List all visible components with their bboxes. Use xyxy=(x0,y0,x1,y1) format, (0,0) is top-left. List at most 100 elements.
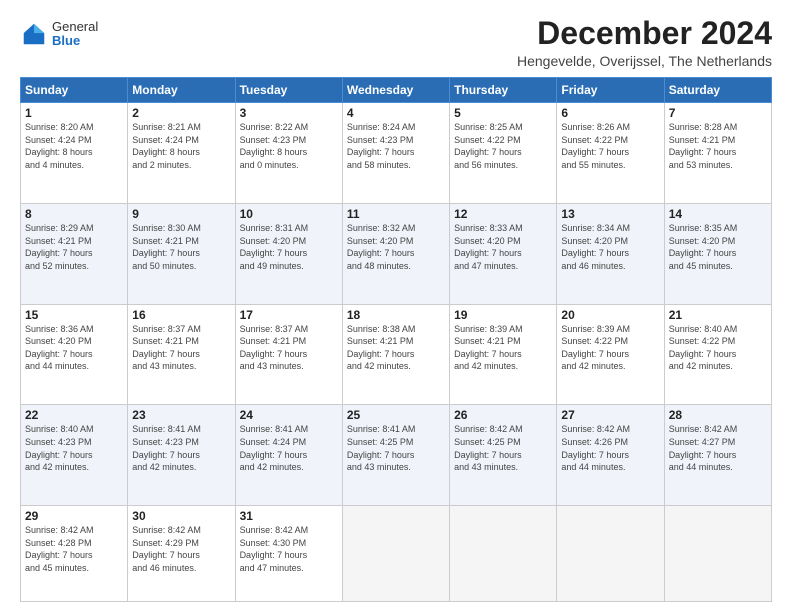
table-row: 28Sunrise: 8:42 AMSunset: 4:27 PMDayligh… xyxy=(664,405,771,506)
table-row: 14Sunrise: 8:35 AMSunset: 4:20 PMDayligh… xyxy=(664,203,771,304)
day-info: Sunrise: 8:40 AMSunset: 4:23 PMDaylight:… xyxy=(25,423,123,473)
table-row: 4Sunrise: 8:24 AMSunset: 4:23 PMDaylight… xyxy=(342,103,449,204)
day-info: Sunrise: 8:42 AMSunset: 4:26 PMDaylight:… xyxy=(561,423,659,473)
day-number: 24 xyxy=(240,408,338,422)
table-row: 29Sunrise: 8:42 AMSunset: 4:28 PMDayligh… xyxy=(21,506,128,602)
day-number: 22 xyxy=(25,408,123,422)
day-number: 14 xyxy=(669,207,767,221)
table-row: 30Sunrise: 8:42 AMSunset: 4:29 PMDayligh… xyxy=(128,506,235,602)
table-row: 31Sunrise: 8:42 AMSunset: 4:30 PMDayligh… xyxy=(235,506,342,602)
day-info: Sunrise: 8:41 AMSunset: 4:24 PMDaylight:… xyxy=(240,423,338,473)
day-number: 31 xyxy=(240,509,338,523)
table-row: 27Sunrise: 8:42 AMSunset: 4:26 PMDayligh… xyxy=(557,405,664,506)
calendar-week-1: 1Sunrise: 8:20 AMSunset: 4:24 PMDaylight… xyxy=(21,103,772,204)
table-row xyxy=(342,506,449,602)
table-row: 10Sunrise: 8:31 AMSunset: 4:20 PMDayligh… xyxy=(235,203,342,304)
day-info: Sunrise: 8:35 AMSunset: 4:20 PMDaylight:… xyxy=(669,222,767,272)
day-info: Sunrise: 8:42 AMSunset: 4:27 PMDaylight:… xyxy=(669,423,767,473)
table-row: 9Sunrise: 8:30 AMSunset: 4:21 PMDaylight… xyxy=(128,203,235,304)
day-info: Sunrise: 8:25 AMSunset: 4:22 PMDaylight:… xyxy=(454,121,552,171)
day-info: Sunrise: 8:37 AMSunset: 4:21 PMDaylight:… xyxy=(132,323,230,373)
calendar-table: Sunday Monday Tuesday Wednesday Thursday… xyxy=(20,77,772,602)
table-row: 26Sunrise: 8:42 AMSunset: 4:25 PMDayligh… xyxy=(450,405,557,506)
table-row: 2Sunrise: 8:21 AMSunset: 4:24 PMDaylight… xyxy=(128,103,235,204)
day-number: 3 xyxy=(240,106,338,120)
day-info: Sunrise: 8:42 AMSunset: 4:29 PMDaylight:… xyxy=(132,524,230,574)
day-info: Sunrise: 8:26 AMSunset: 4:22 PMDaylight:… xyxy=(561,121,659,171)
calendar-week-3: 15Sunrise: 8:36 AMSunset: 4:20 PMDayligh… xyxy=(21,304,772,405)
col-monday: Monday xyxy=(128,78,235,103)
day-info: Sunrise: 8:24 AMSunset: 4:23 PMDaylight:… xyxy=(347,121,445,171)
day-info: Sunrise: 8:41 AMSunset: 4:23 PMDaylight:… xyxy=(132,423,230,473)
day-info: Sunrise: 8:42 AMSunset: 4:28 PMDaylight:… xyxy=(25,524,123,574)
day-info: Sunrise: 8:20 AMSunset: 4:24 PMDaylight:… xyxy=(25,121,123,171)
day-number: 20 xyxy=(561,308,659,322)
day-number: 8 xyxy=(25,207,123,221)
day-info: Sunrise: 8:39 AMSunset: 4:22 PMDaylight:… xyxy=(561,323,659,373)
day-number: 9 xyxy=(132,207,230,221)
day-info: Sunrise: 8:34 AMSunset: 4:20 PMDaylight:… xyxy=(561,222,659,272)
day-number: 4 xyxy=(347,106,445,120)
day-number: 2 xyxy=(132,106,230,120)
calendar-week-4: 22Sunrise: 8:40 AMSunset: 4:23 PMDayligh… xyxy=(21,405,772,506)
table-row: 18Sunrise: 8:38 AMSunset: 4:21 PMDayligh… xyxy=(342,304,449,405)
day-number: 21 xyxy=(669,308,767,322)
day-number: 17 xyxy=(240,308,338,322)
day-info: Sunrise: 8:42 AMSunset: 4:25 PMDaylight:… xyxy=(454,423,552,473)
table-row xyxy=(557,506,664,602)
table-row: 7Sunrise: 8:28 AMSunset: 4:21 PMDaylight… xyxy=(664,103,771,204)
logo: General Blue xyxy=(20,20,98,49)
table-row: 6Sunrise: 8:26 AMSunset: 4:22 PMDaylight… xyxy=(557,103,664,204)
day-number: 7 xyxy=(669,106,767,120)
day-info: Sunrise: 8:40 AMSunset: 4:22 PMDaylight:… xyxy=(669,323,767,373)
month-title: December 2024 xyxy=(517,16,772,51)
day-number: 26 xyxy=(454,408,552,422)
day-number: 1 xyxy=(25,106,123,120)
day-number: 29 xyxy=(25,509,123,523)
day-info: Sunrise: 8:30 AMSunset: 4:21 PMDaylight:… xyxy=(132,222,230,272)
logo-blue-text: Blue xyxy=(52,34,98,48)
header: General Blue December 2024 Hengevelde, O… xyxy=(20,16,772,69)
day-number: 28 xyxy=(669,408,767,422)
calendar-week-2: 8Sunrise: 8:29 AMSunset: 4:21 PMDaylight… xyxy=(21,203,772,304)
table-row: 25Sunrise: 8:41 AMSunset: 4:25 PMDayligh… xyxy=(342,405,449,506)
col-tuesday: Tuesday xyxy=(235,78,342,103)
day-number: 25 xyxy=(347,408,445,422)
table-row xyxy=(450,506,557,602)
day-info: Sunrise: 8:28 AMSunset: 4:21 PMDaylight:… xyxy=(669,121,767,171)
col-friday: Friday xyxy=(557,78,664,103)
col-thursday: Thursday xyxy=(450,78,557,103)
day-info: Sunrise: 8:29 AMSunset: 4:21 PMDaylight:… xyxy=(25,222,123,272)
day-info: Sunrise: 8:38 AMSunset: 4:21 PMDaylight:… xyxy=(347,323,445,373)
col-wednesday: Wednesday xyxy=(342,78,449,103)
day-info: Sunrise: 8:33 AMSunset: 4:20 PMDaylight:… xyxy=(454,222,552,272)
logo-text: General Blue xyxy=(52,20,98,49)
col-sunday: Sunday xyxy=(21,78,128,103)
day-number: 15 xyxy=(25,308,123,322)
day-info: Sunrise: 8:31 AMSunset: 4:20 PMDaylight:… xyxy=(240,222,338,272)
page: General Blue December 2024 Hengevelde, O… xyxy=(0,0,792,612)
table-row: 15Sunrise: 8:36 AMSunset: 4:20 PMDayligh… xyxy=(21,304,128,405)
day-number: 11 xyxy=(347,207,445,221)
table-row: 8Sunrise: 8:29 AMSunset: 4:21 PMDaylight… xyxy=(21,203,128,304)
day-info: Sunrise: 8:42 AMSunset: 4:30 PMDaylight:… xyxy=(240,524,338,574)
col-saturday: Saturday xyxy=(664,78,771,103)
day-info: Sunrise: 8:41 AMSunset: 4:25 PMDaylight:… xyxy=(347,423,445,473)
day-info: Sunrise: 8:36 AMSunset: 4:20 PMDaylight:… xyxy=(25,323,123,373)
day-info: Sunrise: 8:21 AMSunset: 4:24 PMDaylight:… xyxy=(132,121,230,171)
table-row: 21Sunrise: 8:40 AMSunset: 4:22 PMDayligh… xyxy=(664,304,771,405)
table-row: 19Sunrise: 8:39 AMSunset: 4:21 PMDayligh… xyxy=(450,304,557,405)
table-row: 20Sunrise: 8:39 AMSunset: 4:22 PMDayligh… xyxy=(557,304,664,405)
day-number: 13 xyxy=(561,207,659,221)
table-row: 23Sunrise: 8:41 AMSunset: 4:23 PMDayligh… xyxy=(128,405,235,506)
table-row: 5Sunrise: 8:25 AMSunset: 4:22 PMDaylight… xyxy=(450,103,557,204)
day-number: 12 xyxy=(454,207,552,221)
day-number: 10 xyxy=(240,207,338,221)
table-row: 12Sunrise: 8:33 AMSunset: 4:20 PMDayligh… xyxy=(450,203,557,304)
table-row: 1Sunrise: 8:20 AMSunset: 4:24 PMDaylight… xyxy=(21,103,128,204)
day-info: Sunrise: 8:39 AMSunset: 4:21 PMDaylight:… xyxy=(454,323,552,373)
day-number: 5 xyxy=(454,106,552,120)
table-row: 11Sunrise: 8:32 AMSunset: 4:20 PMDayligh… xyxy=(342,203,449,304)
table-row: 24Sunrise: 8:41 AMSunset: 4:24 PMDayligh… xyxy=(235,405,342,506)
table-row: 22Sunrise: 8:40 AMSunset: 4:23 PMDayligh… xyxy=(21,405,128,506)
